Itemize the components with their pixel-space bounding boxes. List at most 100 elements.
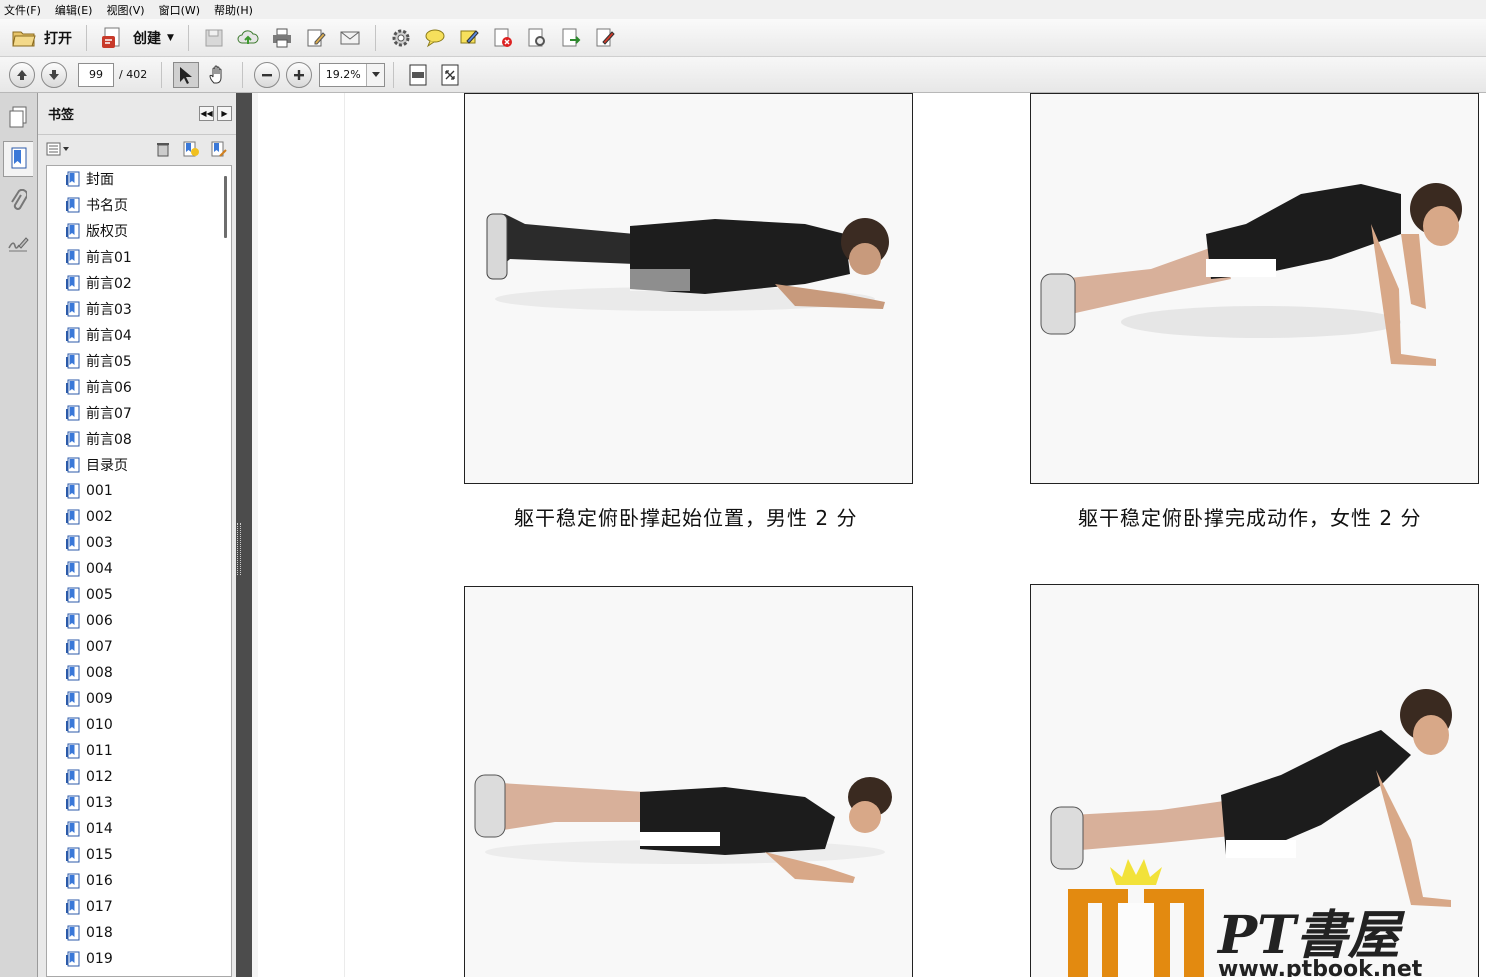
new-bookmark-icon[interactable] — [180, 139, 202, 159]
bookmark-item[interactable]: 006 — [47, 608, 231, 634]
bookmark-item[interactable]: 002 — [47, 504, 231, 530]
bookmarks-scrollbar[interactable] — [224, 176, 227, 238]
document-view[interactable]: 躯干稳定俯卧撑起始位置，男性 2 分 躯干稳定俯卧撑完成动作，女性 2 分 PT… — [252, 93, 1486, 977]
print-icon[interactable] — [270, 26, 294, 50]
bookmark-item[interactable]: 015 — [47, 842, 231, 868]
bookmark-item[interactable]: 016 — [47, 868, 231, 894]
bookmarks-tab-button[interactable] — [3, 141, 33, 177]
bookmark-item[interactable]: 017 — [47, 894, 231, 920]
options-menu-icon[interactable] — [46, 141, 70, 157]
full-screen-button[interactable] — [437, 62, 463, 88]
splitter-grip[interactable] — [237, 523, 241, 575]
page-thumbnails-button[interactable] — [3, 99, 33, 135]
attachments-button[interactable] — [3, 183, 33, 219]
zoom-value[interactable]: 19.2% — [320, 68, 366, 81]
bookmark-item[interactable]: 目录页 — [47, 452, 231, 478]
bookmark-icon — [65, 873, 82, 890]
paperclip-icon — [11, 189, 27, 210]
bookmark-item[interactable]: 019 — [47, 946, 231, 972]
menu-file[interactable]: 文件(F) — [4, 2, 41, 18]
bookmark-item[interactable]: 前言01 — [47, 244, 231, 270]
bookmark-item[interactable]: 前言06 — [47, 374, 231, 400]
folder-icon — [12, 31, 36, 46]
bookmark-item[interactable]: 005 — [47, 582, 231, 608]
bookmark-item[interactable]: 前言03 — [47, 296, 231, 322]
chevron-down-icon[interactable] — [366, 63, 385, 86]
fit-page-button[interactable] — [405, 62, 431, 88]
bookmark-label: 前言06 — [86, 380, 132, 396]
bookmark-item[interactable]: 011 — [47, 738, 231, 764]
bookmark-icon — [65, 639, 82, 656]
bookmark-item[interactable]: 009 — [47, 686, 231, 712]
highlight-icon[interactable] — [457, 26, 481, 50]
bookmark-label: 前言02 — [86, 276, 132, 292]
bookmark-item[interactable]: 003 — [47, 530, 231, 556]
bookmark-label: 017 — [86, 899, 113, 915]
bookmark-icon — [65, 769, 82, 786]
bookmark-item[interactable]: 010 — [47, 712, 231, 738]
menu-edit[interactable]: 编辑(E) — [55, 2, 93, 18]
bookmark-label: 008 — [86, 665, 113, 681]
email-icon[interactable] — [338, 26, 362, 50]
delete-pdf-icon[interactable] — [491, 26, 515, 50]
select-tool-button[interactable] — [173, 61, 200, 88]
signatures-button[interactable] — [3, 225, 33, 261]
bookmark-item[interactable]: 前言02 — [47, 270, 231, 296]
bookmark-item[interactable]: 前言05 — [47, 348, 231, 374]
bookmark-properties-icon[interactable] — [208, 139, 230, 159]
bookmark-item[interactable]: 书名页 — [47, 192, 231, 218]
bookmark-item[interactable]: 001 — [47, 478, 231, 504]
bookmark-item[interactable]: 前言07 — [47, 400, 231, 426]
zoom-out-button[interactable] — [254, 61, 281, 88]
bookmark-item[interactable]: 版权页 — [47, 218, 231, 244]
document-settings-icon[interactable] — [525, 26, 549, 50]
collapse-panel-icon[interactable]: ◀◀ — [199, 106, 214, 121]
menu-view[interactable]: 视图(V) — [106, 2, 144, 18]
exercise-photo-male-start — [464, 93, 913, 484]
bookmark-icon — [65, 587, 82, 604]
bookmark-icon — [65, 223, 82, 240]
create-pdf-icon — [102, 27, 120, 48]
bookmark-item[interactable]: 前言08 — [47, 426, 231, 452]
bookmark-item[interactable]: 008 — [47, 660, 231, 686]
menu-window[interactable]: 窗口(W) — [159, 2, 200, 18]
save-icon[interactable] — [202, 26, 226, 50]
toolbar-divider — [187, 24, 189, 51]
menu-help[interactable]: 帮助(H) — [214, 2, 253, 18]
page-number-input[interactable]: 99 — [78, 62, 114, 87]
watermark-logo: PT書屋 www.ptbook.net — [1058, 853, 1486, 977]
bookmark-icon — [65, 665, 82, 682]
bookmark-item[interactable]: 004 — [47, 556, 231, 582]
next-page-button[interactable] — [41, 61, 67, 88]
bookmark-item[interactable]: 018 — [47, 920, 231, 946]
comment-icon[interactable] — [423, 26, 447, 50]
sign-document-icon[interactable] — [593, 26, 617, 50]
panel-splitter[interactable] — [236, 93, 252, 977]
create-button[interactable]: 创建 ▼ — [95, 23, 180, 53]
bookmark-item[interactable]: 封面 — [47, 166, 231, 192]
bookmark-icon — [65, 301, 82, 318]
gear-icon[interactable] — [389, 26, 413, 50]
bookmark-item[interactable]: 014 — [47, 816, 231, 842]
signature-icon — [8, 237, 29, 252]
open-button[interactable]: 打开 — [6, 23, 78, 53]
bookmark-label: 004 — [86, 561, 113, 577]
trash-icon[interactable] — [152, 139, 174, 159]
bookmark-item[interactable]: 前言04 — [47, 322, 231, 348]
bookmark-item[interactable]: 013 — [47, 790, 231, 816]
hand-tool-button[interactable] — [205, 62, 231, 88]
upload-cloud-icon[interactable] — [236, 26, 260, 50]
export-icon[interactable] — [559, 26, 583, 50]
zoom-in-button[interactable] — [286, 61, 313, 88]
bookmark-icon — [65, 353, 82, 370]
bookmark-item[interactable]: 007 — [47, 634, 231, 660]
watermark-url: www.ptbook.net — [1218, 957, 1423, 977]
zoom-select[interactable]: 19.2% — [319, 62, 386, 87]
bookmark-label: 封面 — [86, 172, 114, 188]
bookmark-icon — [65, 535, 82, 552]
expand-panel-icon[interactable]: ▶ — [217, 106, 232, 121]
bookmark-item[interactable]: 012 — [47, 764, 231, 790]
bookmark-label: 019 — [86, 951, 113, 967]
edit-document-icon[interactable] — [304, 26, 328, 50]
previous-page-button[interactable] — [9, 61, 35, 88]
